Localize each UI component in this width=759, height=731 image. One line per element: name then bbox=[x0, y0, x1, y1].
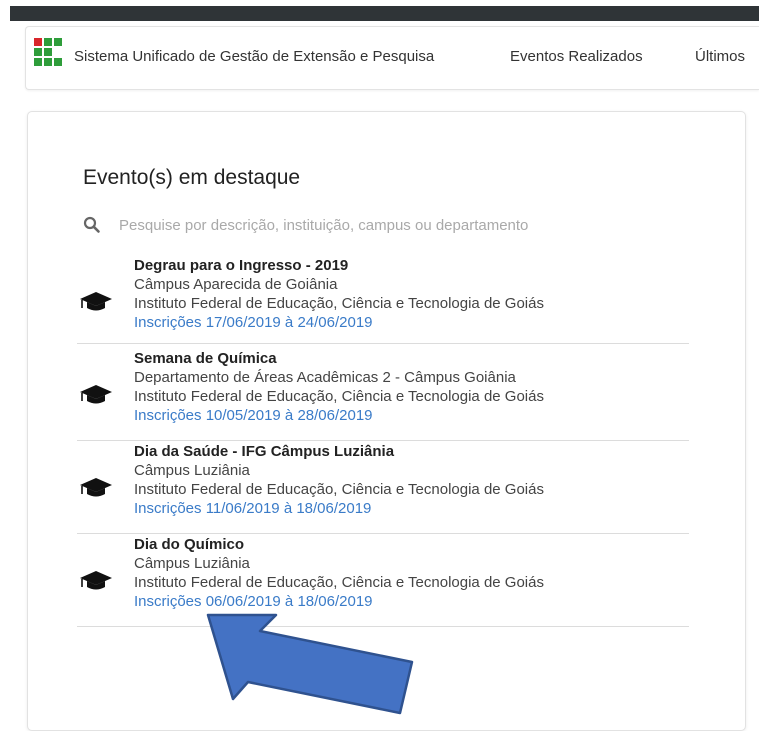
nav-link-eventos-realizados[interactable]: Eventos Realizados bbox=[510, 48, 643, 65]
graduation-cap-icon bbox=[80, 478, 112, 497]
graduation-cap-icon bbox=[80, 385, 112, 404]
ifg-logo-icon[interactable] bbox=[33, 37, 65, 69]
event-title[interactable]: Degrau para o Ingresso - 2019 bbox=[134, 256, 544, 275]
event-institution: Instituto Federal de Educação, Ciência e… bbox=[134, 574, 544, 591]
event-campus: Câmpus Luziânia bbox=[134, 555, 250, 572]
section-title: Evento(s) em destaque bbox=[83, 166, 301, 189]
event-title[interactable]: Dia da Saúde - IFG Câmpus Luziânia bbox=[134, 442, 544, 461]
event-campus: Câmpus Luziânia bbox=[134, 462, 250, 479]
event-item[interactable]: Semana de Química Departamento de Áreas … bbox=[77, 349, 689, 441]
event-campus: Câmpus Aparecida de Goiânia bbox=[134, 276, 338, 293]
search-bar bbox=[83, 212, 689, 238]
event-registration-dates[interactable]: Inscrições 17/06/2019 à 24/06/2019 bbox=[134, 313, 544, 332]
event-registration-dates[interactable]: Inscrições 11/06/2019 à 18/06/2019 bbox=[134, 499, 544, 518]
arrow-annotation bbox=[206, 613, 414, 715]
event-registration-dates[interactable]: Inscrições 10/05/2019 à 28/06/2019 bbox=[134, 406, 544, 425]
event-institution: Instituto Federal de Educação, Ciência e… bbox=[134, 295, 544, 312]
brand-link[interactable]: Sistema Unificado de Gestão de Extensão … bbox=[74, 48, 434, 65]
event-title[interactable]: Dia do Químico bbox=[134, 535, 544, 554]
event-campus: Departamento de Áreas Acadêmicas 2 - Câm… bbox=[134, 369, 516, 386]
search-icon bbox=[83, 216, 100, 233]
graduation-cap-icon bbox=[80, 571, 112, 590]
event-institution: Instituto Federal de Educação, Ciência e… bbox=[134, 388, 544, 405]
event-item[interactable]: Dia da Saúde - IFG Câmpus Luziânia Câmpu… bbox=[77, 442, 689, 534]
event-item[interactable]: Degrau para o Ingresso - 2019 Câmpus Apa… bbox=[77, 256, 689, 344]
event-title[interactable]: Semana de Química bbox=[134, 349, 544, 368]
graduation-cap-icon bbox=[80, 292, 112, 311]
navbar: Sistema Unificado de Gestão de Extensão … bbox=[25, 26, 759, 90]
top-dark-bar bbox=[10, 6, 759, 21]
search-input[interactable] bbox=[119, 212, 689, 238]
nav-link-ultimos[interactable]: Últimos bbox=[695, 48, 745, 65]
event-institution: Instituto Federal de Educação, Ciência e… bbox=[134, 481, 544, 498]
